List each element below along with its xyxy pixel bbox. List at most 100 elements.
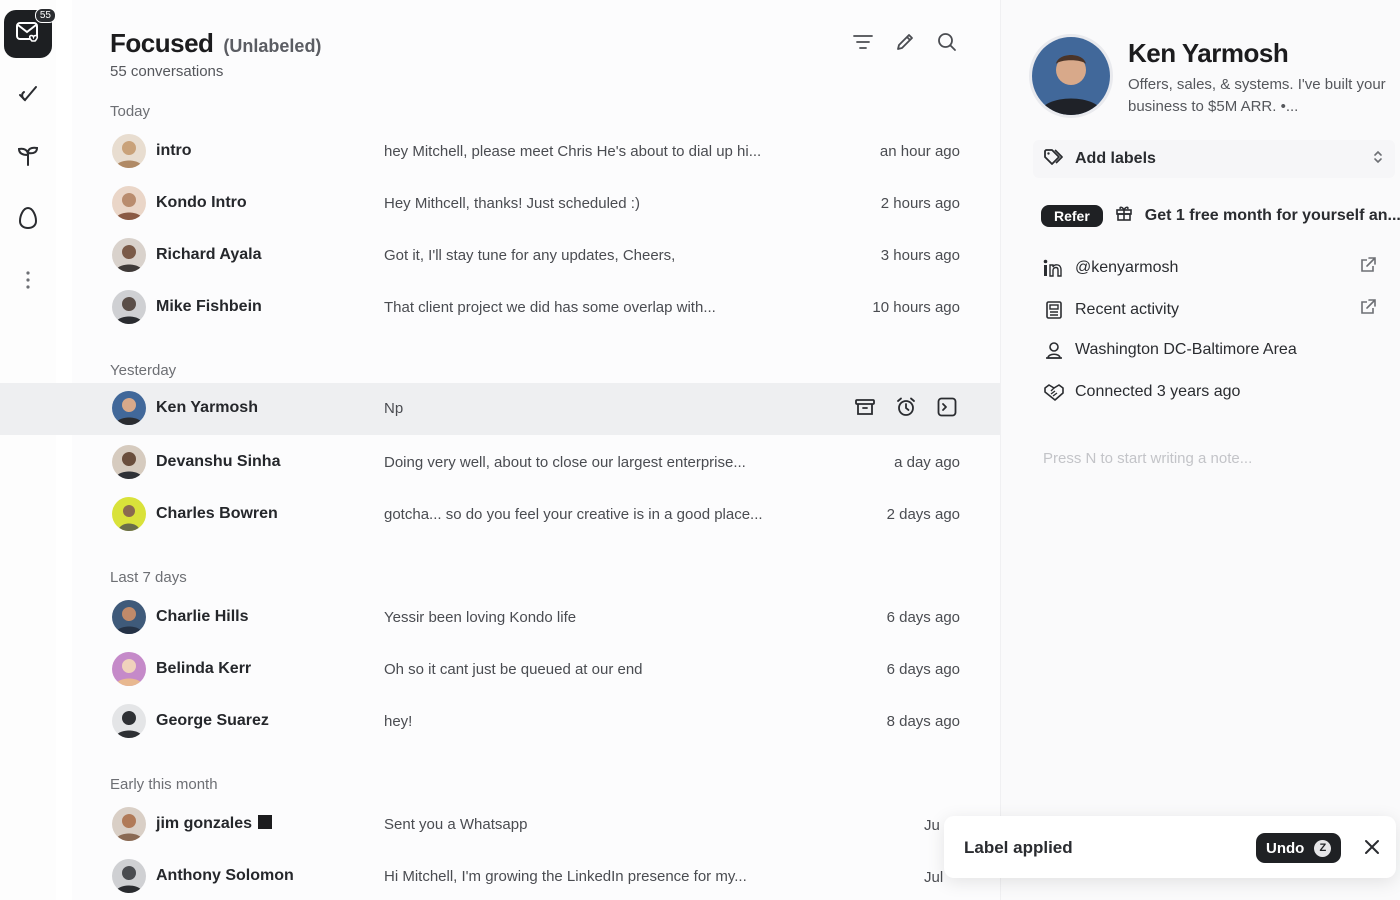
filter-button[interactable]: [852, 33, 874, 55]
avatar: [112, 445, 146, 479]
timestamp: a day ago: [894, 454, 960, 471]
conversation-row[interactable]: George Suarez hey! 8 days ago: [72, 696, 1000, 748]
linkedin-row[interactable]: @kenyarmosh: [1043, 256, 1377, 279]
external-link-icon[interactable]: [1359, 256, 1377, 279]
tag-icon: [1043, 148, 1065, 171]
contact-name: Charles Bowren: [156, 505, 278, 522]
timestamp: 10 hours ago: [872, 299, 960, 316]
left-rail: 55: [0, 0, 56, 900]
label-filter-tag: (Unlabeled): [223, 36, 322, 56]
more-vertical-icon: [25, 270, 31, 295]
undo-button[interactable]: Undo Z: [1256, 833, 1342, 863]
avatar: [112, 600, 146, 634]
contact-name: Ken Yarmosh: [156, 399, 258, 416]
reply-icon: [937, 397, 957, 422]
profile-bio: Offers, sales, & systems. I've built you…: [1128, 76, 1386, 115]
location-text: Washington DC-Baltimore Area: [1075, 341, 1297, 358]
header-toolbar: [852, 32, 958, 55]
add-labels-label: Add labels: [1075, 150, 1156, 167]
avatar: [112, 652, 146, 686]
archive-button[interactable]: [854, 398, 876, 420]
message-preview: hey Mitchell, please meet Chris He's abo…: [384, 143, 762, 160]
toast-message: Label applied: [964, 838, 1073, 857]
message-preview: Yessir been loving Kondo life: [384, 609, 577, 626]
page-title: Focused (Unlabeled): [110, 28, 321, 59]
linkedin-handle: @kenyarmosh: [1075, 258, 1179, 276]
recent-activity-label: Recent activity: [1075, 300, 1180, 318]
conversation-row[interactable]: Richard Ayala Got it, I'll stay tune for…: [72, 230, 1000, 282]
done-nav-button[interactable]: [4, 72, 52, 120]
contact-name: George Suarez: [156, 712, 269, 729]
message-preview: That client project we did has some over…: [384, 299, 716, 316]
avatar: [112, 807, 146, 841]
message-preview: Doing very well, about to close our larg…: [384, 454, 746, 471]
snooze-button[interactable]: [895, 397, 917, 422]
add-labels-dropdown[interactable]: Add labels: [1033, 140, 1395, 178]
filter-icon: [853, 34, 873, 55]
conversation-row[interactable]: intro hey Mitchell, please meet Chris He…: [72, 126, 1000, 178]
reply-button[interactable]: [936, 397, 958, 422]
contact-details-panel: Ken Yarmosh Offers, sales, & systems. I'…: [1000, 0, 1400, 900]
inbox-nav-button[interactable]: 55: [4, 8, 56, 58]
conversation-row[interactable]: jim gonzales Sent you a Whatsapp: [72, 799, 1000, 851]
timestamp: an hour ago: [879, 143, 960, 160]
conversation-row[interactable]: Charles Bowren gotcha... so do you feel …: [72, 489, 1000, 541]
folder-title: Focused: [110, 28, 214, 58]
contact-name: Anthony Solomon: [156, 867, 294, 884]
section-header-today: Today: [110, 103, 151, 120]
section-header-last-7-days: Last 7 days: [110, 569, 187, 586]
label-applied-toast: Label applied Undo Z: [944, 816, 1396, 878]
contact-name-text: jim gonzales: [156, 815, 253, 832]
avatar: [112, 391, 146, 425]
avatar: [112, 497, 146, 531]
more-nav-button[interactable]: [4, 258, 52, 306]
conversation-row[interactable]: Charlie Hills Yessir been loving Kondo l…: [72, 592, 1000, 644]
avatar: [112, 134, 146, 168]
conversation-row[interactable]: Devanshu Sinha Doing very well, about to…: [72, 437, 1000, 489]
linkedin-icon: [1043, 259, 1065, 277]
message-preview: Oh so it cant just be queued at our end: [384, 661, 643, 678]
conversation-row[interactable]: Kondo Intro Hey Mithcell, thanks! Just s…: [72, 178, 1000, 230]
timestamp: 6 days ago: [886, 609, 960, 626]
referral-row[interactable]: Refer Get 1 free month for yourself an..…: [1041, 204, 1400, 227]
note-input[interactable]: Press N to start writing a note...: [1043, 450, 1252, 467]
recent-activity-row[interactable]: Recent activity: [1043, 298, 1377, 321]
refer-badge[interactable]: Refer: [1041, 204, 1103, 227]
flag-square-icon: [258, 815, 273, 829]
external-link-icon[interactable]: [1359, 298, 1377, 321]
location-row: Washington DC-Baltimore Area: [1043, 340, 1377, 360]
conversation-row[interactable]: Mike Fishbein That client project we did…: [72, 282, 1000, 334]
compose-button[interactable]: [894, 33, 916, 55]
contact-name: Mike Fishbein: [156, 298, 262, 315]
sprout-icon: [16, 144, 40, 173]
later-nav-button[interactable]: [4, 134, 52, 182]
undo-label: Undo: [1266, 839, 1305, 857]
bin-nav-button[interactable]: [4, 196, 52, 244]
refer-text: Get 1 free month for yourself an...: [1144, 206, 1400, 224]
avatar: [112, 186, 146, 220]
alarm-icon: [896, 397, 916, 422]
contact-name: Kondo Intro: [156, 194, 247, 211]
search-button[interactable]: [936, 32, 958, 55]
contact-name: Belinda Kerr: [156, 660, 252, 677]
connected-row: Connected 3 years ago: [1043, 382, 1377, 402]
conversation-list-pane: Focused (Unlabeled) 55 conversations Tod…: [0, 0, 1400, 900]
message-preview: gotcha... so do you feel your creative i…: [384, 506, 763, 523]
avatar: [112, 238, 146, 272]
close-toast-button[interactable]: [1362, 837, 1382, 857]
timestamp: 8 days ago: [886, 713, 960, 730]
message-preview: Sent you a Whatsapp: [384, 816, 528, 833]
conversation-row[interactable]: Belinda Kerr Oh so it cant just be queue…: [72, 644, 1000, 696]
message-preview: Got it, I'll stay tune for any updates, …: [384, 247, 676, 264]
newspaper-icon: [1043, 300, 1065, 320]
inbox-count-badge: 55: [34, 8, 56, 23]
timestamp: 2 days ago: [886, 506, 960, 523]
close-icon: [1362, 840, 1382, 861]
conversation-row[interactable]: Anthony Solomon Hi Mitchell, I'm growing…: [72, 851, 1000, 900]
gift-icon: [1115, 204, 1133, 227]
conversation-count: 55 conversations: [110, 63, 224, 80]
contact-name: Charlie Hills: [156, 608, 249, 625]
timestamp: 3 hours ago: [880, 247, 960, 264]
archive-icon: [855, 398, 875, 421]
timestamp: 6 days ago: [886, 661, 960, 678]
